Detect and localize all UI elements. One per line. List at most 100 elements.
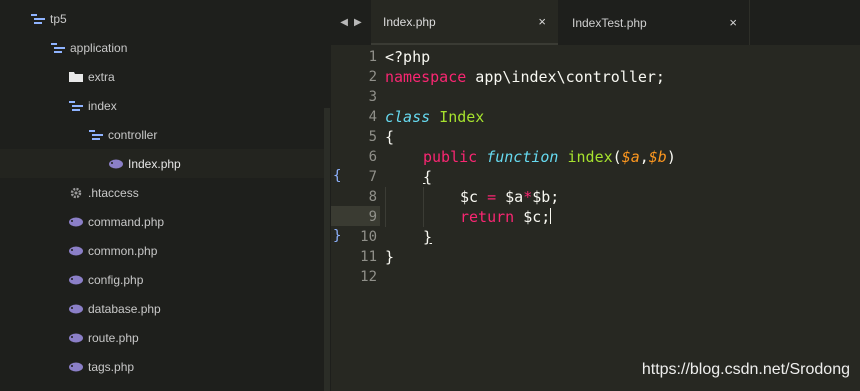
tree-item-command-php[interactable]: command.php (0, 207, 324, 236)
tab-indextest-php[interactable]: IndexTest.php × (560, 0, 750, 45)
code-line-4: class Index (385, 107, 484, 127)
tab-scroll-right-icon[interactable]: ▶ (354, 17, 362, 28)
tree-item-label: command.php (88, 214, 165, 229)
folder-open-icon (88, 129, 104, 141)
tree-item-htaccess[interactable]: .htaccess (0, 178, 324, 207)
tree-item-label: tags.php (88, 359, 135, 374)
tree-item-label: database.php (88, 301, 161, 316)
var-b-statement: $b; (532, 188, 560, 206)
tree-item-index[interactable]: index (0, 91, 324, 120)
folder-open-icon (30, 13, 46, 25)
line-number: 1 (368, 49, 377, 65)
fold-open-marker[interactable]: { (333, 166, 341, 186)
php-file-icon (68, 274, 84, 286)
code-line-2: namespace app\index\controller; (385, 67, 665, 87)
php-file-icon (68, 216, 84, 228)
fold-close-marker[interactable]: } (333, 226, 341, 246)
code-line-8: $c = $a*$b; (460, 187, 559, 207)
var-c: $c (460, 188, 479, 206)
folder-open-icon (68, 100, 84, 112)
code-line-1: <?php (385, 47, 430, 67)
tree-item-controller[interactable]: controller (0, 120, 324, 149)
tree-item-label: config.php (88, 272, 144, 287)
line-number: 8 (368, 189, 377, 205)
tree-item-route-php[interactable]: route.php (0, 323, 324, 352)
tree-item-tags-php[interactable]: tags.php (0, 352, 324, 381)
paren-close: ) (666, 148, 676, 166)
tree-item-label: tp5 (50, 11, 67, 26)
tree-item-label: index (88, 98, 117, 113)
line-number: 12 (360, 269, 377, 285)
line-number: 4 (368, 109, 377, 125)
code-line-7: { (423, 167, 432, 187)
function-name: index (567, 148, 613, 166)
open-brace: { (423, 168, 433, 186)
sidebar-scrollbar[interactable] (324, 108, 330, 391)
php-file-icon (68, 303, 84, 315)
tree-item-label: application (70, 40, 128, 55)
tree-item-tp5[interactable]: tp5 (0, 4, 324, 33)
code-content[interactable]: <?php namespace app\index\controller; cl… (385, 45, 855, 267)
keyword-public: public (423, 148, 478, 166)
tab-label: Index.php (383, 14, 436, 29)
code-line-6: public function index($a,$b) (423, 147, 676, 167)
close-brace: } (385, 248, 395, 266)
keyword-namespace: namespace (385, 68, 467, 86)
line-number: 3 (368, 89, 377, 105)
tree-item-label: common.php (88, 243, 158, 258)
open-brace: { (385, 128, 395, 146)
gear-icon (68, 187, 84, 199)
tree-item-common-php[interactable]: common.php (0, 236, 324, 265)
close-brace: } (423, 228, 433, 246)
class-name: Index (439, 108, 485, 126)
tab-navigation: ◀ ▶ (331, 0, 371, 45)
line-number-gutter: 1 2 3 4 5 6 7 8 9 10 11 12 (331, 45, 381, 391)
assign-operator: = (487, 188, 497, 206)
php-open-tag: <?php (385, 48, 431, 66)
tab-label: IndexTest.php (572, 15, 647, 30)
tab-scroll-left-icon[interactable]: ◀ (340, 17, 348, 28)
var-a: $a (505, 188, 524, 206)
keyword-function: function (486, 148, 559, 166)
folder-icon (68, 71, 84, 83)
php-file-icon (108, 158, 124, 170)
php-file-icon (68, 332, 84, 344)
file-tree-sidebar: tp5 application extra index controller I… (0, 0, 330, 391)
php-file-icon (68, 361, 84, 373)
code-line-10: } (423, 227, 432, 247)
tree-item-database-php[interactable]: database.php (0, 294, 324, 323)
folder-open-icon (50, 42, 66, 54)
tree-item-label: Index.php (128, 156, 181, 171)
param-b: $b (648, 148, 667, 166)
namespace-path: app\index\controller; (466, 68, 665, 86)
php-file-icon (68, 245, 84, 257)
paren-open: ( (612, 148, 622, 166)
code-line-11: } (385, 247, 394, 267)
comma: , (639, 148, 649, 166)
line-number: 5 (368, 129, 377, 145)
close-icon[interactable]: × (729, 15, 737, 30)
param-a: $a (621, 148, 640, 166)
tree-item-label: extra (88, 69, 115, 84)
line-number: 9 (368, 209, 377, 225)
keyword-class: class (385, 108, 431, 126)
tree-item-application[interactable]: application (0, 33, 324, 62)
line-number: 11 (360, 249, 377, 265)
multiply-operator: * (523, 188, 533, 206)
text-cursor (550, 208, 552, 224)
keyword-return: return (460, 208, 515, 226)
tree-item-label: .htaccess (88, 185, 139, 200)
code-line-5: { (385, 127, 394, 147)
watermark-url: https://blog.csdn.net/Srodong (641, 361, 850, 378)
tree-item-index-php[interactable]: Index.php (0, 149, 324, 178)
tree-item-config-php[interactable]: config.php (0, 265, 324, 294)
tab-index-php[interactable]: Index.php × (371, 0, 558, 45)
line-number: 2 (368, 69, 377, 85)
line-number: 6 (368, 149, 377, 165)
tree-item-extra[interactable]: extra (0, 62, 324, 91)
tree-item-label: route.php (88, 330, 139, 345)
close-icon[interactable]: × (538, 14, 546, 29)
tree-item-label: controller (108, 127, 158, 142)
code-line-9: return $c; (460, 207, 552, 227)
return-value: $c; (514, 208, 551, 226)
